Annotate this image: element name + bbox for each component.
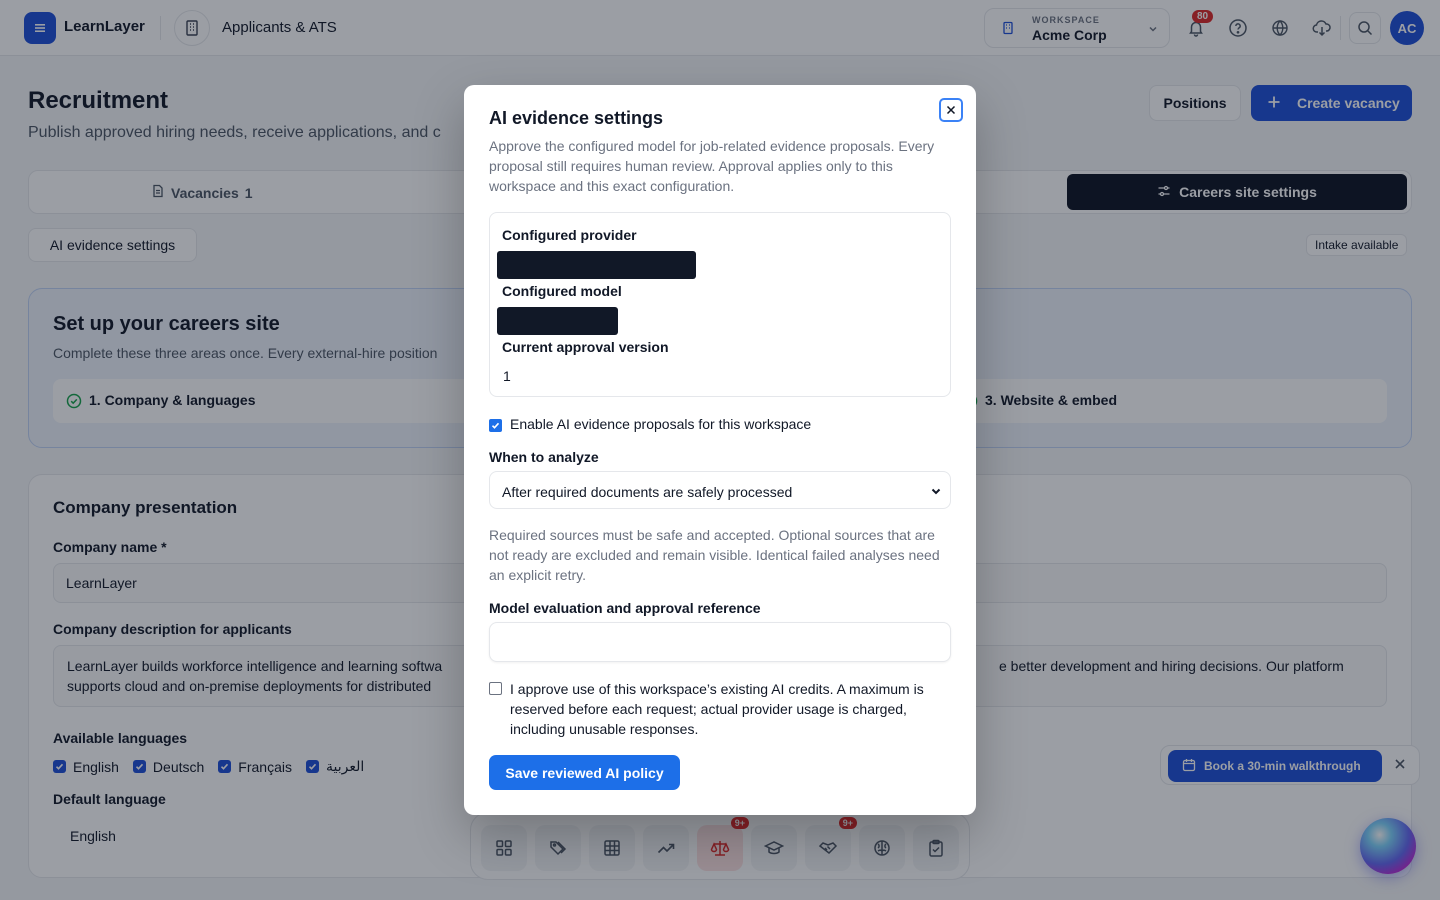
ai-evidence-settings-dialog: AI evidence settings Approve the configu… <box>464 85 976 815</box>
when-to-analyze-select[interactable]: After required documents are safely proc… <box>489 471 951 509</box>
enable-ai-proposals-row[interactable]: Enable AI evidence proposals for this wo… <box>489 416 811 432</box>
save-policy-button[interactable]: Save reviewed AI policy <box>489 755 680 790</box>
reference-input[interactable] <box>489 622 951 662</box>
when-to-analyze-label: When to analyze <box>489 449 599 465</box>
reference-label: Model evaluation and approval reference <box>489 600 761 616</box>
provider-value-redacted: redacted-provider <box>497 251 696 279</box>
chevron-down-icon <box>930 484 942 500</box>
model-label: Configured model <box>502 283 622 299</box>
approve-credits-row[interactable]: I approve use of this workspace’s existi… <box>489 679 950 739</box>
approve-credits-label: I approve use of this workspace’s existi… <box>510 681 924 737</box>
analysis-help-text: Required sources must be safe and accept… <box>489 527 940 583</box>
approval-version-value: 1 <box>503 368 511 384</box>
enable-ai-proposals-checkbox[interactable] <box>489 419 502 432</box>
configuration-summary: Configured provider redacted-provider Co… <box>489 212 951 397</box>
dialog-title: AI evidence settings <box>489 108 664 128</box>
when-to-analyze-value: After required documents are safely proc… <box>502 484 793 500</box>
model-value-redacted: redacted-model <box>497 307 618 335</box>
approval-version-label: Current approval version <box>502 339 669 355</box>
dialog-description: Approve the configured model for job-rel… <box>489 138 935 194</box>
approve-credits-checkbox[interactable] <box>489 682 502 695</box>
enable-ai-proposals-label: Enable AI evidence proposals for this wo… <box>510 416 812 432</box>
close-icon[interactable] <box>939 98 963 122</box>
provider-label: Configured provider <box>502 227 637 243</box>
